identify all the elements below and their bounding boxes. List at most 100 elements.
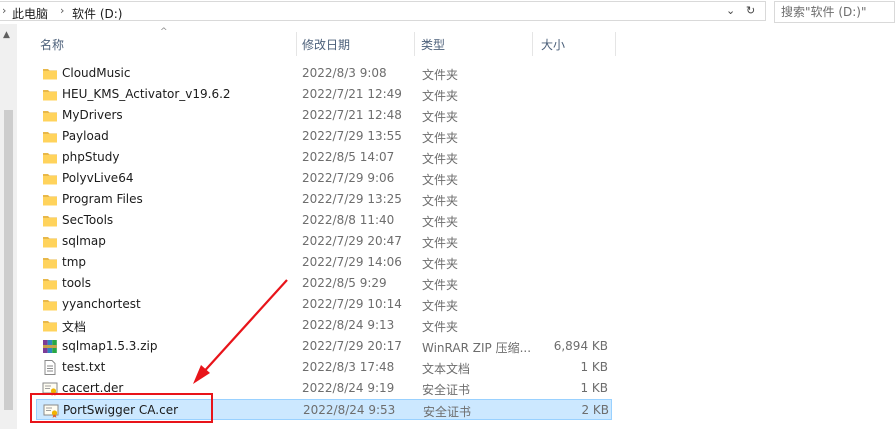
folder-icon	[42, 150, 58, 165]
file-type: 文本文档	[422, 362, 471, 376]
file-type: 文件夹	[422, 236, 459, 250]
file-type: 文件夹	[422, 278, 459, 292]
folder-icon	[42, 66, 58, 81]
file-date: 2022/7/21 12:48	[302, 108, 402, 122]
file-row[interactable]: phpStudy 2022/8/5 14:07 文件夹	[36, 147, 612, 168]
folder-icon	[42, 213, 58, 228]
file-name: PolyvLive64	[62, 171, 134, 185]
file-row[interactable]: sqlmap1.5.3.zip 2022/7/29 20:17 WinRAR ZIP…	[36, 336, 612, 357]
file-type: 文件夹	[422, 131, 459, 145]
column-header-name-label: 名称	[40, 38, 65, 52]
breadcrumb-drive-d[interactable]: 软件 (D:)	[72, 5, 122, 22]
column-header-date-label: 修改日期	[302, 38, 351, 52]
file-date: 2022/8/5 14:07	[302, 150, 395, 164]
file-date: 2022/7/29 10:14	[302, 297, 402, 311]
scroll-up-icon[interactable]: ▲	[3, 30, 10, 40]
file-name: sqlmap1.5.3.zip	[62, 339, 158, 353]
folder-icon	[42, 318, 58, 333]
sort-ascending-icon: ^	[160, 27, 168, 37]
column-header-date[interactable]: 修改日期	[297, 30, 414, 58]
file-name: test.txt	[62, 360, 106, 374]
file-name: MyDrivers	[62, 108, 123, 122]
folder-icon	[42, 108, 58, 123]
file-size: 6,894 KB	[553, 339, 608, 353]
file-type: 文件夹	[422, 110, 459, 124]
annotation-highlight-box	[30, 393, 213, 423]
column-header: 名称 ^ 修改日期 类型 大小	[24, 27, 624, 58]
file-name: tmp	[62, 255, 87, 269]
file-type: WinRAR ZIP 压缩...	[422, 341, 532, 355]
column-header-size-label: 大小	[541, 38, 566, 52]
file-name: sqlmap	[62, 234, 106, 248]
column-divider[interactable]	[615, 32, 616, 56]
folder-icon	[42, 297, 58, 312]
folder-icon	[42, 87, 58, 102]
file-type: 文件夹	[422, 194, 459, 208]
file-name: tools	[62, 276, 91, 290]
file-row[interactable]: tools 2022/8/5 9:29 文件夹	[36, 273, 612, 294]
file-type: 文件夹	[422, 299, 459, 313]
file-row[interactable]: tmp 2022/7/29 14:06 文件夹	[36, 252, 612, 273]
file-date: 2022/8/24 9:19	[302, 381, 395, 395]
file-date: 2022/7/29 9:06	[302, 171, 395, 185]
file-date: 2022/7/29 13:25	[302, 192, 402, 206]
breadcrumb-separator-icon: ›	[60, 4, 65, 17]
file-row[interactable]: Program Files 2022/7/29 13:25 文件夹	[36, 189, 612, 210]
file-date: 2022/8/24 9:53	[303, 403, 396, 417]
file-name: CloudMusic	[62, 66, 131, 80]
file-name: Payload	[62, 129, 109, 143]
file-row[interactable]: MyDrivers 2022/7/21 12:48 文件夹	[36, 105, 612, 126]
file-row[interactable]: yyanchortest 2022/7/29 10:14 文件夹	[36, 294, 612, 315]
column-header-name[interactable]: 名称 ^	[24, 27, 296, 58]
file-date: 2022/7/29 13:55	[302, 129, 402, 143]
file-date: 2022/8/5 9:29	[302, 276, 387, 290]
file-date: 2022/7/29 20:17	[302, 339, 402, 353]
file-type: 文件夹	[422, 152, 459, 166]
column-header-type[interactable]: 类型	[415, 30, 532, 58]
winrar-archive-icon	[42, 339, 58, 354]
file-row[interactable]: Payload 2022/7/29 13:55 文件夹	[36, 126, 612, 147]
column-header-type-label: 类型	[421, 38, 446, 52]
folder-icon	[42, 276, 58, 291]
scrollbar-thumb[interactable]	[4, 110, 13, 410]
search-input[interactable]	[781, 4, 891, 20]
address-bar[interactable]: › 此电脑 › 软件 (D:) ⌄ ↻	[0, 1, 766, 21]
address-dropdown-icon[interactable]: ⌄	[726, 4, 735, 17]
file-date: 2022/8/3 9:08	[302, 66, 387, 80]
file-name: phpStudy	[62, 150, 120, 164]
file-size: 2 KB	[581, 403, 609, 417]
file-type: 文件夹	[422, 68, 459, 82]
refresh-icon[interactable]: ↻	[746, 4, 755, 17]
file-type: 文件夹	[422, 89, 459, 103]
file-row[interactable]: PolyvLive64 2022/7/29 9:06 文件夹	[36, 168, 612, 189]
file-row[interactable]: test.txt 2022/8/3 17:48 文本文档 1 KB	[36, 357, 612, 378]
file-type: 文件夹	[422, 257, 459, 271]
file-name: HEU_KMS_Activator_v19.6.2	[62, 87, 231, 101]
file-date: 2022/8/3 17:48	[302, 360, 395, 374]
breadcrumb-this-pc[interactable]: 此电脑	[12, 5, 48, 22]
file-name: 文档	[62, 320, 87, 334]
folder-icon	[42, 171, 58, 186]
folder-icon	[42, 129, 58, 144]
file-row[interactable]: SecTools 2022/8/8 11:40 文件夹	[36, 210, 612, 231]
file-type: 安全证书	[422, 383, 471, 397]
file-type: 文件夹	[422, 215, 459, 229]
file-size: 1 KB	[580, 360, 608, 374]
breadcrumb-separator-icon: ›	[2, 4, 7, 17]
file-row[interactable]: 文档 2022/8/24 9:13 文件夹	[36, 315, 612, 336]
column-header-size[interactable]: 大小	[533, 30, 615, 58]
vertical-scrollbar[interactable]: ▲	[0, 24, 17, 429]
file-date: 2022/8/8 11:40	[302, 213, 395, 227]
file-date: 2022/7/21 12:49	[302, 87, 402, 101]
file-row[interactable]: HEU_KMS_Activator_v19.6.2 2022/7/21 12:49…	[36, 84, 612, 105]
file-date: 2022/8/24 9:13	[302, 318, 395, 332]
folder-icon	[42, 234, 58, 249]
file-name: yyanchortest	[62, 297, 141, 311]
file-row[interactable]: sqlmap 2022/7/29 20:47 文件夹	[36, 231, 612, 252]
text-file-icon	[42, 360, 58, 375]
toolbar: › 此电脑 › 软件 (D:) ⌄ ↻	[0, 0, 895, 24]
search-box[interactable]	[774, 1, 895, 23]
file-row[interactable]: CloudMusic 2022/8/3 9:08 文件夹	[36, 63, 612, 84]
file-name: SecTools	[62, 213, 114, 227]
file-date: 2022/7/29 14:06	[302, 255, 402, 269]
